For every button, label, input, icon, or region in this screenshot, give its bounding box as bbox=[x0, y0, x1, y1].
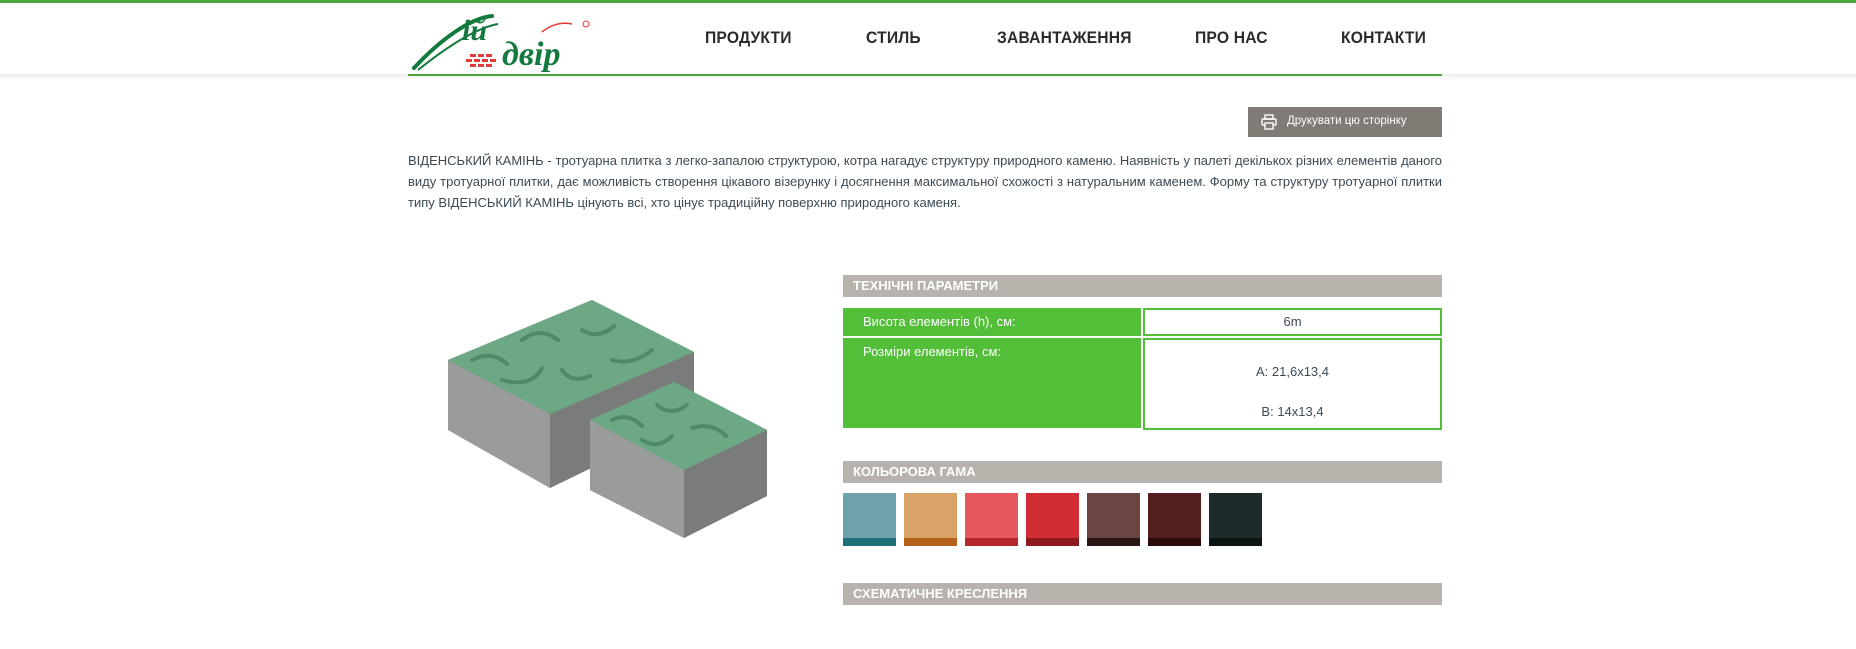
tech-value-dimensions: А: 21,6x13,4 В: 14x13,4 bbox=[1143, 338, 1442, 430]
product-description: ВІДЕНСЬКИЙ КАМІНЬ - тротуарна плитка з л… bbox=[408, 153, 1442, 210]
color-swatch-edge bbox=[843, 538, 896, 546]
color-range-header: КОЛЬОРОВА ГАМА bbox=[843, 461, 1442, 483]
color-swatch-edge bbox=[1148, 538, 1201, 546]
tech-label-height: Висота елементів (h), см: bbox=[843, 308, 1141, 336]
nav-style[interactable]: СТИЛЬ bbox=[866, 28, 921, 48]
top-accent-line bbox=[0, 0, 1856, 3]
color-swatch-edge bbox=[965, 538, 1018, 546]
tech-label-dimensions: Розміри елементів, см: bbox=[843, 338, 1141, 428]
nav-about[interactable]: ПРО НАС bbox=[1195, 28, 1268, 48]
logo[interactable]: ій двір bbox=[410, 10, 600, 76]
color-swatch-edge bbox=[1209, 538, 1262, 546]
color-swatch[interactable] bbox=[1087, 493, 1140, 546]
print-button-label: Друкувати цю сторінку bbox=[1287, 115, 1407, 127]
dimension-b: В: 14x13,4 bbox=[1261, 404, 1324, 419]
dimension-a: А: 21,6x13,4 bbox=[1256, 364, 1329, 379]
svg-text:двір: двір bbox=[502, 36, 561, 73]
nav-downloads[interactable]: ЗАВАНТАЖЕННЯ bbox=[997, 28, 1132, 48]
color-swatch-edge bbox=[1087, 538, 1140, 546]
product-image bbox=[442, 300, 792, 570]
tech-params-header: ТЕХНІЧНІ ПАРАМЕТРИ bbox=[843, 275, 1442, 297]
nav-contacts[interactable]: КОНТАКТИ bbox=[1341, 28, 1426, 48]
tech-value-height: 6m bbox=[1143, 308, 1442, 336]
color-swatch[interactable] bbox=[965, 493, 1018, 546]
schematic-drawing-header: СХЕМАТИЧНЕ КРЕСЛЕННЯ bbox=[843, 583, 1442, 605]
nav-products[interactable]: ПРОДУКТИ bbox=[705, 28, 792, 48]
svg-text:ій: ій bbox=[462, 14, 487, 47]
color-swatch[interactable] bbox=[1148, 493, 1201, 546]
print-page-button[interactable]: Друкувати цю сторінку bbox=[1248, 107, 1442, 137]
printer-icon bbox=[1261, 114, 1277, 130]
color-swatch-edge bbox=[1026, 538, 1079, 546]
color-swatch[interactable] bbox=[1209, 493, 1262, 546]
color-swatch[interactable] bbox=[1026, 493, 1079, 546]
color-swatch[interactable] bbox=[843, 493, 896, 546]
color-swatch[interactable] bbox=[904, 493, 957, 546]
color-swatch-edge bbox=[904, 538, 957, 546]
